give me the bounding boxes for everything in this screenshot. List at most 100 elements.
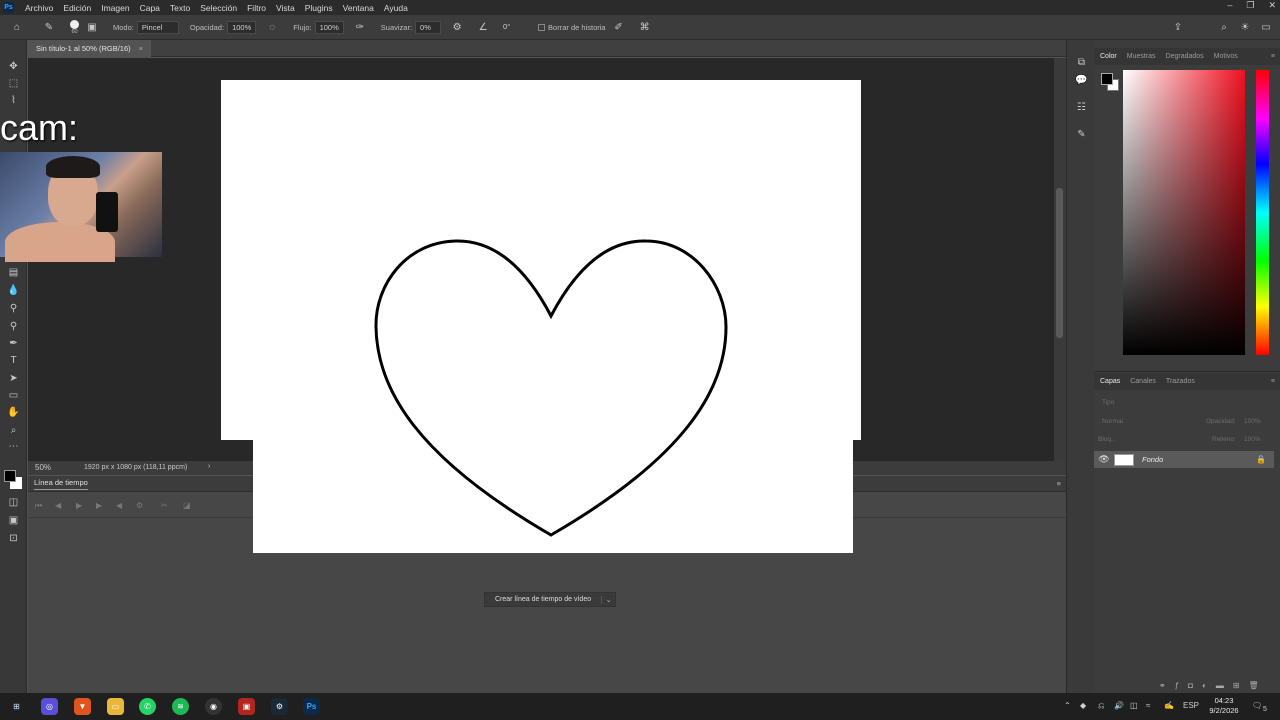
color-picker-field[interactable] xyxy=(1123,70,1245,355)
menu-ayuda[interactable]: Ayuda xyxy=(379,3,413,13)
zoom-level[interactable]: 50% xyxy=(35,463,51,472)
menu-capa[interactable]: Capa xyxy=(135,3,165,13)
pressure-size-icon[interactable]: ✐ xyxy=(612,20,626,34)
burn-tool-icon[interactable]: ⚲ xyxy=(6,320,21,334)
rectangle-tool-icon[interactable]: ▭ xyxy=(6,389,21,403)
comments-icon[interactable]: 💬 xyxy=(1074,74,1089,88)
brush-settings-icon[interactable]: ▣ xyxy=(85,20,99,34)
smooth-field[interactable]: 0% xyxy=(415,20,442,34)
tray-volume-icon[interactable]: 🔊 xyxy=(1114,701,1124,710)
app-icon-1[interactable]: ◎ xyxy=(41,698,58,715)
zoom-tool-icon[interactable]: ⌕ xyxy=(6,424,21,438)
eye-icon[interactable]: 👁 xyxy=(1094,454,1114,465)
close-icon[interactable]: ✕ xyxy=(1268,0,1276,11)
marquee-tool-icon[interactable]: ⬚ xyxy=(6,77,21,91)
mask-icon[interactable]: ◘ xyxy=(1188,681,1202,690)
gear-icon[interactable]: ⚙ xyxy=(450,20,464,34)
move-tool-icon[interactable]: ✥ xyxy=(6,60,21,74)
menu-imagen[interactable]: Imagen xyxy=(96,3,134,13)
foreground-color-swatch[interactable] xyxy=(4,470,16,482)
restore-icon[interactable]: ❐ xyxy=(1246,0,1254,11)
workspace-icon[interactable]: ▭ xyxy=(1259,20,1273,34)
brush-tool-icon[interactable]: ✎ xyxy=(42,20,56,34)
more-tools-icon[interactable]: ⋯ xyxy=(6,440,21,454)
blend-mode-select[interactable]: Normal xyxy=(1102,418,1123,425)
fill-field[interactable]: 100% xyxy=(1244,436,1261,443)
quick-mask-icon[interactable]: ◫ xyxy=(6,496,21,510)
file-explorer-icon[interactable]: ▭ xyxy=(107,698,124,715)
pressure-opacity-icon[interactable]: ◌ xyxy=(265,20,279,34)
steam-icon[interactable]: ⚙ xyxy=(271,698,288,715)
tab-motivos[interactable]: Motivos xyxy=(1214,53,1238,60)
angle-field[interactable]: 0° xyxy=(499,21,525,34)
layer-row[interactable]: 👁 Fondo 🔒 xyxy=(1094,451,1274,468)
menu-ventana[interactable]: Ventana xyxy=(338,3,379,13)
tray-pen-icon[interactable]: ✍ xyxy=(1164,701,1174,710)
app-icon-red[interactable]: ▣ xyxy=(238,698,255,715)
airbrush-icon[interactable]: ✑ xyxy=(353,20,367,34)
history-checkbox[interactable] xyxy=(538,23,546,31)
lock-icon[interactable]: 🔒 xyxy=(1256,455,1266,464)
photoshop-taskbar-icon[interactable]: Ps xyxy=(303,698,320,715)
lasso-tool-icon[interactable]: ⌇ xyxy=(6,94,21,108)
frame-tool-icon[interactable]: ⊡ xyxy=(6,532,21,546)
next-frame-icon[interactable]: ▶ xyxy=(96,501,102,510)
tab-degradados[interactable]: Degradados xyxy=(1166,53,1204,60)
new-layer-icon[interactable]: ⊞ xyxy=(1233,681,1249,690)
menu-filtro[interactable]: Filtro xyxy=(242,3,271,13)
adjustment-layer-icon[interactable]: ◐ xyxy=(1202,681,1216,690)
menu-texto[interactable]: Texto xyxy=(165,3,195,13)
create-timeline-button[interactable]: Crear línea de tiempo de vídeo ⌄ xyxy=(484,592,617,607)
menu-archivo[interactable]: Archivo xyxy=(20,3,58,13)
trash-icon[interactable]: 🗑 xyxy=(1249,681,1268,690)
path-select-tool-icon[interactable]: ➤ xyxy=(6,372,21,386)
tray-network-icon[interactable]: ◫ xyxy=(1130,701,1138,710)
prev-frame-icon[interactable]: ◀ xyxy=(55,501,61,510)
scrollbar-thumb[interactable] xyxy=(1056,188,1063,338)
tab-muestras[interactable]: Muestras xyxy=(1127,53,1156,60)
gradient-tool-icon[interactable]: ▤ xyxy=(6,266,21,280)
link-layers-icon[interactable]: ⚭ xyxy=(1159,681,1175,690)
tab-color[interactable]: Color xyxy=(1100,53,1117,60)
tab-trazados[interactable]: Trazados xyxy=(1166,378,1195,385)
whatsapp-icon[interactable]: ✆ xyxy=(139,698,156,715)
chevron-down-icon[interactable]: ⌄ xyxy=(601,595,615,604)
opacity-field[interactable]: 100% xyxy=(227,20,257,34)
tray-usb-icon[interactable]: ⎌ xyxy=(1098,701,1104,711)
tab-canales[interactable]: Canales xyxy=(1130,378,1156,385)
flow-field[interactable]: 100% xyxy=(314,20,344,34)
document-tab[interactable]: Sin título-1 al 50% (RGB/16) × xyxy=(28,40,152,57)
windows-start-icon[interactable]: ⊞ xyxy=(8,698,25,715)
color-panel-menu-icon[interactable]: ≡ xyxy=(1271,53,1275,60)
menu-seleccion[interactable]: Selección xyxy=(195,3,242,13)
panel-menu-icon[interactable]: ≡ xyxy=(1057,479,1061,488)
obs-icon[interactable]: ◉ xyxy=(205,698,222,715)
search-icon[interactable]: ⌕ xyxy=(1217,20,1231,34)
symmetry-icon[interactable]: ⌘ xyxy=(638,20,652,34)
clock[interactable]: 04:23 9/2/2026 xyxy=(1204,696,1244,716)
minimize-icon[interactable]: – xyxy=(1227,0,1232,11)
timeline-tab[interactable]: Línea de tiempo xyxy=(34,478,88,490)
tray-app-icon[interactable]: ◆ xyxy=(1080,701,1086,710)
notification-icon[interactable]: 🗨 xyxy=(1252,701,1262,710)
home-icon[interactable]: ⌂ xyxy=(10,20,24,34)
dodge-tool-icon[interactable]: ⚲ xyxy=(6,302,21,316)
tab-capas[interactable]: Capas xyxy=(1100,378,1120,385)
screen-mode-icon[interactable]: ▣ xyxy=(6,514,21,528)
split-icon[interactable]: ✂ xyxy=(161,501,168,510)
panel-foreground-swatch[interactable] xyxy=(1101,73,1113,85)
menu-plugins[interactable]: Plugins xyxy=(300,3,338,13)
close-tab-icon[interactable]: × xyxy=(139,44,143,53)
brush-preset-picker[interactable]: 60 xyxy=(70,19,79,35)
vertical-scrollbar[interactable] xyxy=(1054,58,1066,461)
language-indicator[interactable]: ESP xyxy=(1183,701,1199,710)
hue-slider[interactable] xyxy=(1256,70,1269,355)
layer-filter-input[interactable]: Tipo xyxy=(1102,399,1114,406)
settings-icon[interactable]: ⚙ xyxy=(136,501,143,510)
transition-icon[interactable]: ◪ xyxy=(183,501,191,510)
first-frame-icon[interactable]: ⏮ xyxy=(35,501,42,511)
type-tool-icon[interactable]: T xyxy=(6,354,21,368)
audio-icon[interactable]: ◀ xyxy=(116,501,122,510)
hand-tool-icon[interactable]: ✋ xyxy=(6,406,21,420)
layers-panel-menu-icon[interactable]: ≡ xyxy=(1271,378,1275,385)
